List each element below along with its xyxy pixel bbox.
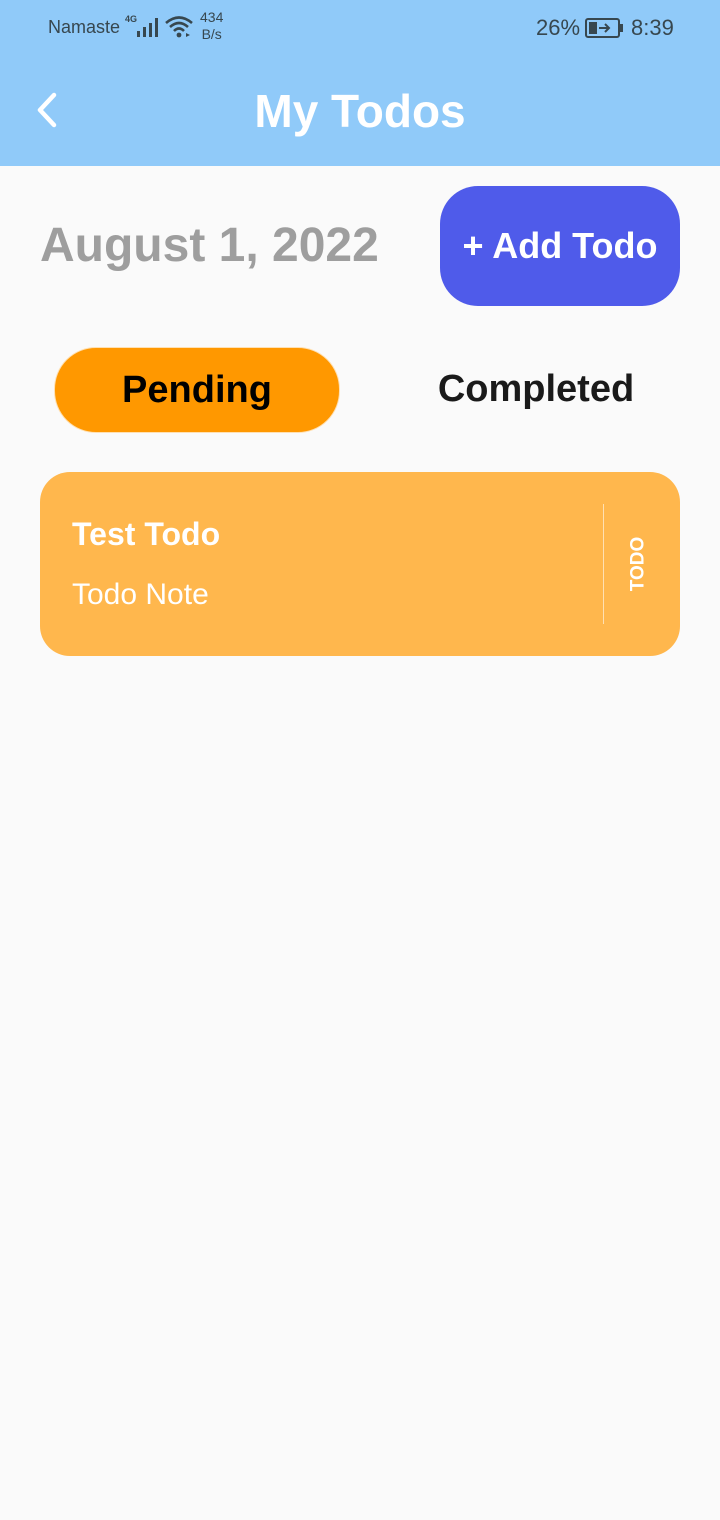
todo-status: TODO xyxy=(618,532,658,596)
network-speed: 434 B/s xyxy=(200,9,223,43)
todo-status-label: TODO xyxy=(627,536,649,592)
app-bar: Namaste 4G 434 B/s 26% 8:39 My Todos xyxy=(0,0,720,166)
todo-card[interactable]: Test Todo Todo Note TODO xyxy=(40,472,680,656)
current-date: August 1, 2022 xyxy=(40,219,379,272)
page-title: My Todos xyxy=(254,85,466,137)
todo-title: Test Todo xyxy=(72,516,221,552)
signal-icon xyxy=(137,18,158,37)
add-todo-button[interactable]: + Add Todo xyxy=(440,186,680,306)
status-bar: Namaste 4G 434 B/s 26% 8:39 xyxy=(0,0,720,56)
speed-value: 434 xyxy=(200,9,224,25)
carrier-name: Namaste xyxy=(48,17,121,37)
todo-note: Todo Note xyxy=(72,578,209,611)
wifi-icon xyxy=(165,16,193,38)
tab-completed[interactable]: Completed xyxy=(394,347,678,431)
speed-unit: B/s xyxy=(201,26,222,42)
tab-pending[interactable]: Pending xyxy=(54,347,340,433)
clock: 8:39 xyxy=(631,15,674,40)
battery-charging-icon xyxy=(585,18,623,38)
battery-percent: 26% xyxy=(536,15,581,40)
card-divider xyxy=(603,504,604,624)
